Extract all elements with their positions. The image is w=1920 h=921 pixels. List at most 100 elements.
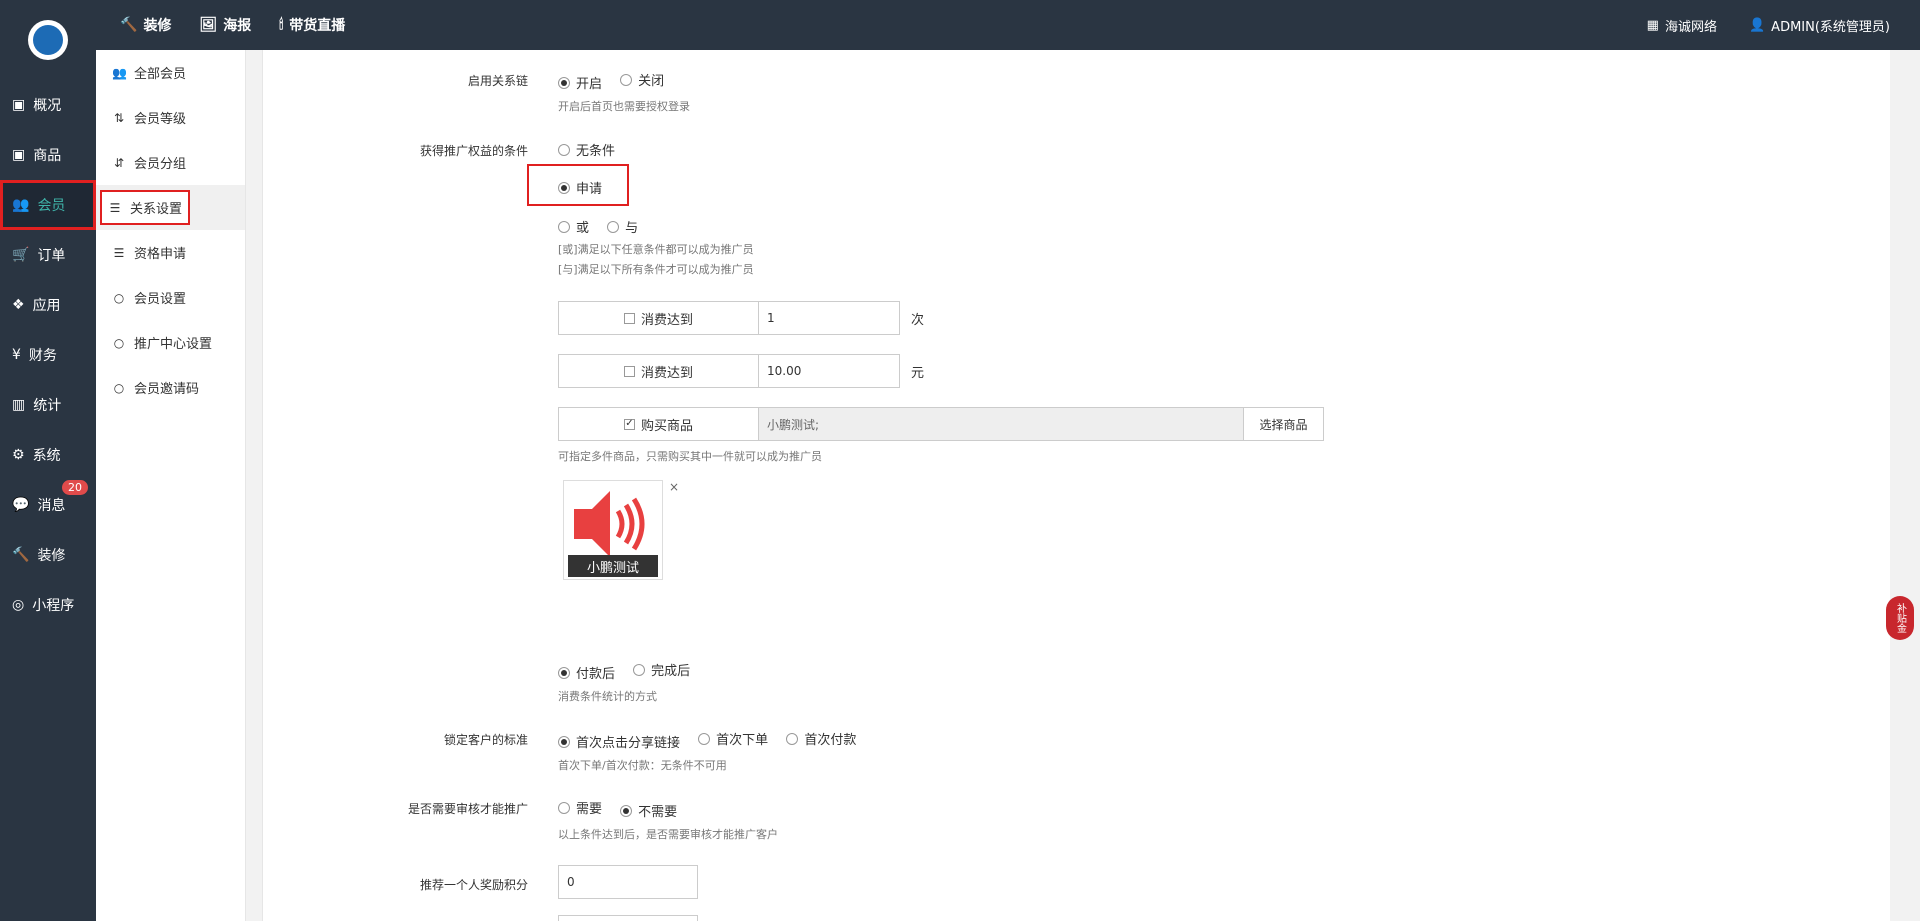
submenu-qualification-apply[interactable]: ☰ 资格申请: [96, 230, 245, 275]
lock-help: 首次下单/首次付款：无条件不可用: [558, 759, 727, 772]
buy-goods-checkbox[interactable]: ✓ 购买商品: [559, 408, 759, 440]
sidebar-item-decorate[interactable]: 🔨 装修: [0, 530, 96, 580]
after-pay-radio[interactable]: 付款后: [558, 663, 615, 682]
main-sidebar: ▣ 概况 ▣ 商品 👥 会员 🛒 订单 ❖ 应用 ¥ 财务 ▥ 统计 ⚙ 系统 💬 消息 20 🔨 装…: [0, 0, 96, 921]
buy-goods-group: ✓ 购买商品 小鹏测试; 选择商品: [558, 407, 1324, 441]
after-done-radio[interactable]: 完成后: [633, 660, 690, 679]
submenu-member-group[interactable]: ⇵ 会员分组: [96, 140, 245, 185]
condition-logic: 或 与 [或]满足以下任意条件都可以成为推广员 [与]满足以下所有条件才可以成为…: [558, 217, 754, 277]
image-icon: 🖼: [199, 17, 218, 33]
hammer-icon: 🔨: [12, 547, 30, 563]
chain-label: 启用关系链: [467, 74, 528, 88]
app-logo[interactable]: [28, 20, 68, 60]
consume-count-input[interactable]: 1: [759, 302, 899, 334]
condition-apply: 申请: [558, 178, 616, 197]
condition-or-radio[interactable]: 或: [558, 217, 589, 236]
radio-dot: [620, 73, 633, 86]
sidebar-item-overview[interactable]: ▣ 概况: [0, 80, 96, 130]
condition-help-or: [或]满足以下任意条件都可以成为推广员: [558, 242, 754, 256]
lock-first-click-radio[interactable]: 首次点击分享链接: [558, 732, 680, 751]
submenu-member-level[interactable]: ⇅ 会员等级: [96, 95, 245, 140]
submenu-promo-center[interactable]: ○ 推广中心设置: [96, 320, 245, 365]
submenu-invite-code[interactable]: ○ 会员邀请码: [96, 365, 245, 410]
relation-settings-highlight: ☰ 关系设置: [99, 190, 191, 225]
cart-icon: 🛒: [12, 247, 30, 263]
box-icon: ▣: [12, 147, 26, 163]
sidebar-item-miniprogram[interactable]: ◎ 小程序: [0, 580, 96, 630]
message-count-badge: 20: [62, 480, 88, 495]
logo-mark: [33, 25, 63, 55]
sidebar-item-orders[interactable]: 🛒 订单: [0, 230, 96, 280]
wechat-icon: ◎: [12, 597, 25, 613]
consume-amount-suffix: 元: [911, 366, 925, 381]
company-link[interactable]: ▦ 海诚网络: [1647, 16, 1717, 35]
sidebar-menu: ▣ 概况 ▣ 商品 👥 会员 🛒 订单 ❖ 应用 ¥ 财务 ▥ 统计 ⚙ 系统 💬 消息 20 🔨 装…: [0, 80, 96, 630]
condition-none-radio[interactable]: 无条件: [558, 140, 615, 159]
consume-amount-input[interactable]: 10.00: [759, 355, 899, 387]
submenu-all-members[interactable]: 👥 全部会员: [96, 50, 245, 95]
torch-icon: 🕯: [279, 17, 284, 33]
sidebar-item-messages[interactable]: 💬 消息 20: [0, 480, 96, 530]
sidebar-item-system[interactable]: ⚙ 系统: [0, 430, 96, 480]
user-menu[interactable]: 👤 ADMIN(系统管理员): [1749, 16, 1890, 35]
stat-method-control: 付款后 完成后 消费条件统计的方式: [558, 660, 704, 704]
sidebar-item-stats[interactable]: ▥ 统计: [0, 380, 96, 430]
member-submenu: 👥 全部会员 ⇅ 会员等级 ⇵ 会员分组 ☰ 关系设置 ☰ 资格申请 ○ 会员设置 ○ 推广中…: [96, 50, 246, 921]
top-nav: 🔨 装修 🖼 海报 🕯 带货直播: [120, 0, 345, 50]
sliders-icon: ☰: [113, 245, 125, 260]
review-no-radio[interactable]: 不需要: [620, 801, 677, 820]
sidebar-item-apps[interactable]: ❖ 应用: [0, 280, 96, 330]
speaker-icon: [574, 491, 645, 557]
grid-icon: ▦: [1646, 17, 1659, 33]
subsidy-float-button[interactable]: 补贴金: [1886, 596, 1914, 640]
sidebar-item-members[interactable]: 👥 会员: [0, 180, 96, 230]
radio-dot: [558, 220, 570, 233]
page-scrollbar[interactable]: [1890, 50, 1920, 921]
submenu-relation-settings[interactable]: ☰ 关系设置: [96, 185, 245, 230]
top-nav-poster[interactable]: 🖼 海报: [199, 15, 251, 35]
goods-thumbnail-caption: 小鹏测试: [568, 555, 658, 577]
top-nav-live[interactable]: 🕯 带货直播: [279, 15, 345, 35]
review-control: 需要 不需要 以上条件达到后，是否需要审核才能推广客户: [558, 798, 778, 842]
radio-dot: [633, 663, 646, 676]
yen-icon: ¥: [12, 347, 21, 363]
chain-off-radio[interactable]: 关闭: [620, 70, 664, 89]
user-icon: 👤: [1748, 17, 1766, 33]
reward-points-input[interactable]: 0: [558, 865, 698, 899]
consume-amount-group: 消费达到 10.00: [558, 354, 900, 388]
buy-goods-input[interactable]: 小鹏测试;: [759, 408, 1243, 440]
consume-count-checkbox[interactable]: 消费达到: [559, 302, 759, 334]
condition-and-radio[interactable]: 与: [607, 217, 638, 236]
condition-none: 无条件: [558, 140, 629, 160]
radio-dot: [558, 666, 570, 679]
next-field-input[interactable]: [558, 915, 698, 921]
circle-icon: ○: [113, 335, 125, 350]
remove-goods-icon[interactable]: ×: [669, 480, 679, 494]
select-goods-button[interactable]: 选择商品: [1243, 408, 1323, 440]
lock-first-order-radio[interactable]: 首次下单: [698, 729, 768, 748]
radio-dot: [558, 181, 570, 194]
top-right-nav: ▦ 海诚网络 👤 ADMIN(系统管理员): [1647, 0, 1890, 50]
circle-icon: ○: [113, 380, 125, 395]
sidebar-item-goods[interactable]: ▣ 商品: [0, 130, 96, 180]
condition-help-and: [与]满足以下所有条件才可以成为推广员: [558, 262, 754, 276]
radio-dot: [698, 732, 711, 745]
gears-icon: ⚙: [12, 447, 25, 463]
sidebar-item-finance[interactable]: ¥ 财务: [0, 330, 96, 380]
consume-amount-checkbox[interactable]: 消费达到: [559, 355, 759, 387]
top-nav-decorate[interactable]: 🔨 装修: [120, 15, 171, 35]
radio-dot: [558, 735, 570, 748]
review-yes-radio[interactable]: 需要: [558, 798, 602, 817]
chain-control: 开启 关闭 开启后首页也需要授权登录: [558, 70, 690, 114]
checkbox-checked-icon: ✓: [623, 418, 635, 430]
goods-thumbnail[interactable]: 小鹏测试: [563, 480, 663, 580]
submenu-member-settings[interactable]: ○ 会员设置: [96, 275, 245, 320]
chain-on-radio[interactable]: 开启: [558, 73, 602, 92]
lock-first-pay-radio[interactable]: 首次付款: [786, 729, 856, 748]
lock-label: 锁定客户的标准: [443, 733, 528, 747]
radio-dot: [786, 732, 799, 745]
settings-form: 启用关系链 开启 关闭 开启后首页也需要授权登录 获得推广权益的条件 无条件 申…: [262, 50, 1890, 921]
cubes-icon: ❖: [12, 297, 25, 313]
condition-apply-radio[interactable]: 申请: [558, 178, 602, 197]
condition-label: 获得推广权益的条件: [419, 144, 528, 158]
